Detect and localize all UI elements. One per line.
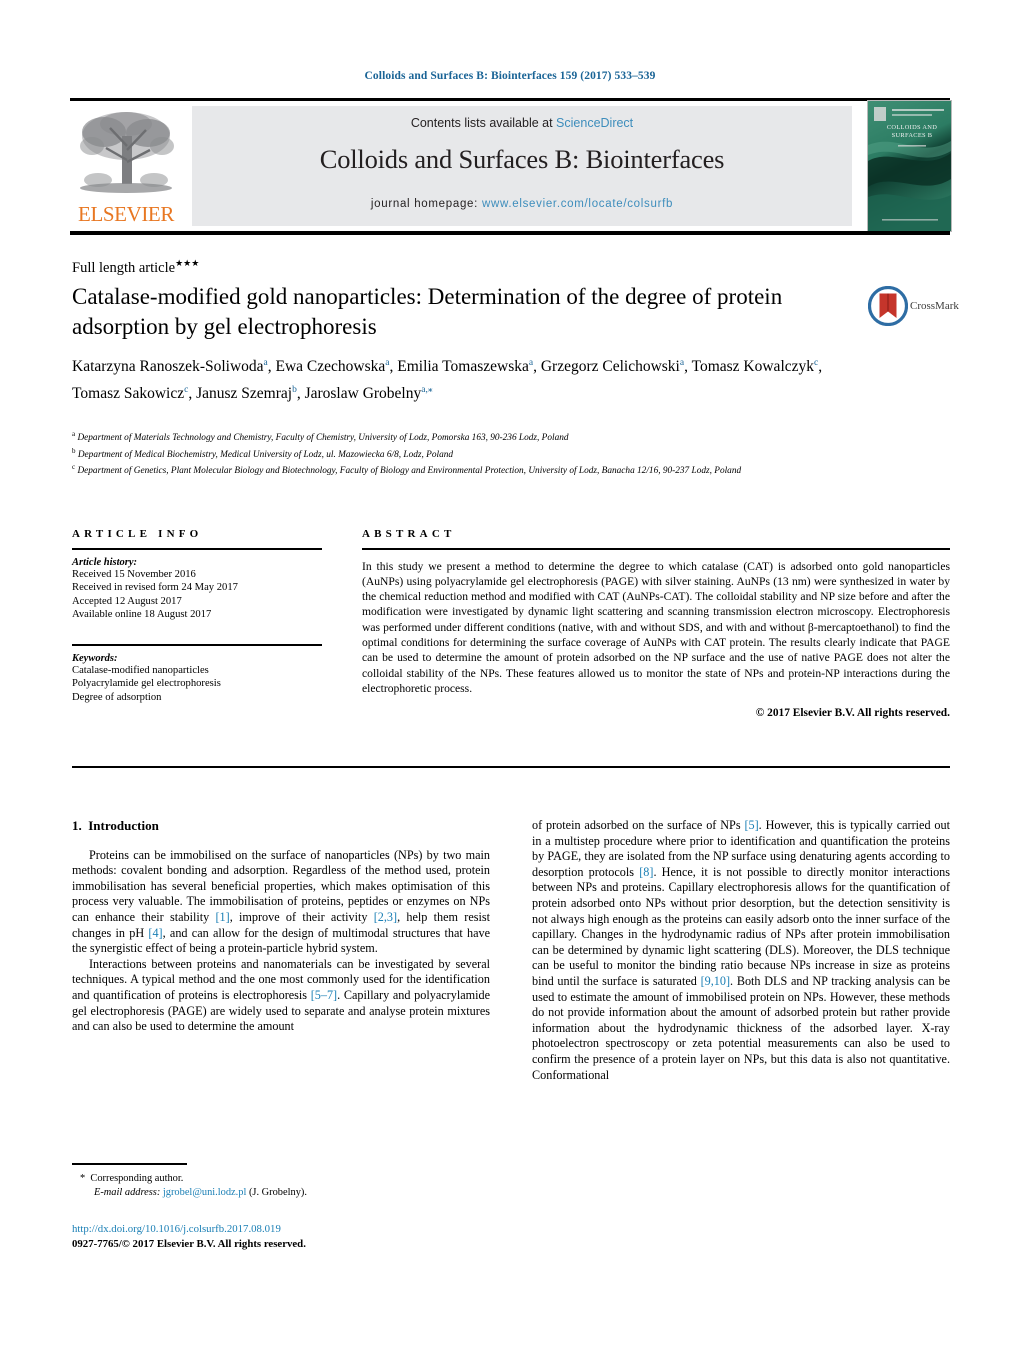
affiliation-item: c Department of Genetics, Plant Molecula… [72,461,902,478]
elsevier-wordmark: ELSEVIER [78,202,174,226]
article-type-text: Full length article [72,259,176,276]
citation-ref[interactable]: [4] [148,926,162,940]
corresponding-marker: * [80,1173,86,1184]
history-item: Received 15 November 2016 [72,568,196,580]
citation-ref[interactable]: [5] [744,818,758,832]
paragraph: of protein adsorbed on the surface of NP… [532,818,950,1083]
article-page: Colloids and Surfaces B: Biointerfaces 1… [0,0,1020,1351]
footnote-block: * Corresponding author. E-mail address: … [80,1172,500,1200]
masthead-bottom-rule [70,231,950,235]
abstract-heading: ABSTRACT [362,528,456,540]
contents-prefix: Contents lists available at [410,116,557,130]
affiliation-text: Department of Materials Technology and C… [77,433,569,444]
keyword-item: Degree of adsorption [72,691,162,703]
paragraph-text: . Hence, it is not possible to directly … [532,864,951,988]
section-number: 1. [72,818,82,833]
email-link[interactable]: jgrobel@uni.lodz.pl [163,1187,246,1198]
keywords-list: Catalase-modified nanoparticles Polyacry… [72,664,322,705]
journal-info-band: Contents lists available at ScienceDirec… [192,106,852,226]
affiliation-item: a Department of Materials Technology and… [72,428,902,445]
abstract-block: ABSTRACT In this study we present a meth… [362,528,950,719]
history-item: Accepted 12 August 2017 [72,595,182,607]
elsevier-tree-icon [76,106,176,202]
history-item: Available online 18 August 2017 [72,609,212,621]
citation-ref[interactable]: [2,3] [374,910,397,924]
journal-cover-thumbnail: COLLOIDS AND SURFACES B [867,100,952,232]
email-line: E-mail address: jgrobel@uni.lodz.pl (J. … [80,1186,500,1200]
issn-copyright-line: 0927-7765/© 2017 Elsevier B.V. All right… [72,1237,306,1250]
paragraph-text: , improve of their activity [229,909,374,924]
abstract-text: In this study we present a method to det… [362,559,950,695]
citation-ref[interactable]: [1] [216,910,230,924]
svg-text:COLLOIDS AND: COLLOIDS AND [887,124,937,131]
corresponding-author-line: * Corresponding author. [80,1172,500,1186]
affiliation-marker: c [72,463,76,471]
citation-ref[interactable]: [9,10] [701,974,730,988]
affiliation-text: Department of Medical Biochemistry, Medi… [77,449,454,460]
journal-masthead: ELSEVIER Contents lists available at Sci… [70,98,952,235]
section-heading-introduction: 1. Introduction [72,818,490,834]
history-item: Received in revised form 24 May 2017 [72,582,238,594]
paragraph-text: . Both DLS and NP tracking analysis can … [532,973,951,1082]
author-list: Katarzyna Ranoszek-Soliwodaa, Ewa Czecho… [72,358,823,402]
doi-link[interactable]: http://dx.doi.org/10.1016/j.colsurfb.201… [72,1222,512,1237]
section-title: Introduction [88,818,159,833]
crossmark-badge[interactable]: CrossMark [867,285,960,332]
body-column-right: of protein adsorbed on the surface of NP… [532,818,950,1083]
elsevier-logo: ELSEVIER [72,106,180,230]
abstract-rule [362,548,950,550]
article-info-block: ARTICLE INFO Article history: Received 1… [72,528,322,704]
journal-title: Colloids and Surfaces B: Biointerfaces [319,144,725,174]
corresponding-author-text: Corresponding author. [90,1173,184,1184]
journal-homepage-line: journal homepage: www.elsevier.com/locat… [192,198,852,210]
affiliation-text: Department of Genetics, Plant Molecular … [77,466,742,477]
keywords-label: Keywords: [72,652,118,664]
article-history-label: Article history: [72,556,138,568]
paragraph-text: of protein adsorbed on the surface of NP… [532,818,745,832]
crossmark-label: CrossMark [910,300,959,312]
abstract-copyright: © 2017 Elsevier B.V. All rights reserved… [755,707,950,720]
affiliation-list: a Department of Materials Technology and… [72,428,902,478]
article-type-marker: ★★★ [175,258,200,268]
article-history-list: Received 15 November 2016 Received in re… [72,568,322,622]
affiliation-marker: a [72,430,76,438]
article-type-label: Full length article★★★ [72,258,199,277]
paragraph: Interactions between proteins and nanoma… [72,957,490,1035]
paragraph: Proteins can be immobilised on the surfa… [72,848,490,957]
journal-homepage-link[interactable]: www.elsevier.com/locate/colsurfb [482,198,673,210]
running-head: Colloids and Surfaces B: Biointerfaces 1… [364,70,656,82]
keywords-rule [72,643,322,646]
body-column-left: 1. Introduction Proteins can be immobili… [72,818,490,1035]
page-title: Catalase-modified gold nanoparticles: De… [72,284,783,339]
citation-ref[interactable]: [5–7] [311,988,337,1002]
sciencedirect-link[interactable]: ScienceDirect [556,116,633,130]
affiliation-marker: b [72,446,76,455]
email-owner: (J. Grobelny). [248,1187,307,1198]
citation-ref[interactable]: [8] [639,865,653,879]
keyword-item: Catalase-modified nanoparticles [72,664,209,676]
contents-available-line: Contents lists available at ScienceDirec… [192,116,852,130]
article-info-heading: ARTICLE INFO [72,528,203,540]
body-separator-rule [72,766,950,768]
masthead-top-rule [70,98,950,101]
article-info-rule [72,548,322,550]
homepage-prefix: journal homepage: [370,198,482,210]
email-label: E-mail address: [94,1187,161,1198]
doi-block: http://dx.doi.org/10.1016/j.colsurfb.201… [72,1222,512,1251]
affiliation-item: b Department of Medical Biochemistry, Me… [72,445,902,462]
svg-text:SURFACES B: SURFACES B [892,132,933,139]
keyword-item: Polyacrylamide gel electrophoresis [72,678,221,690]
footnote-rule [72,1163,187,1165]
